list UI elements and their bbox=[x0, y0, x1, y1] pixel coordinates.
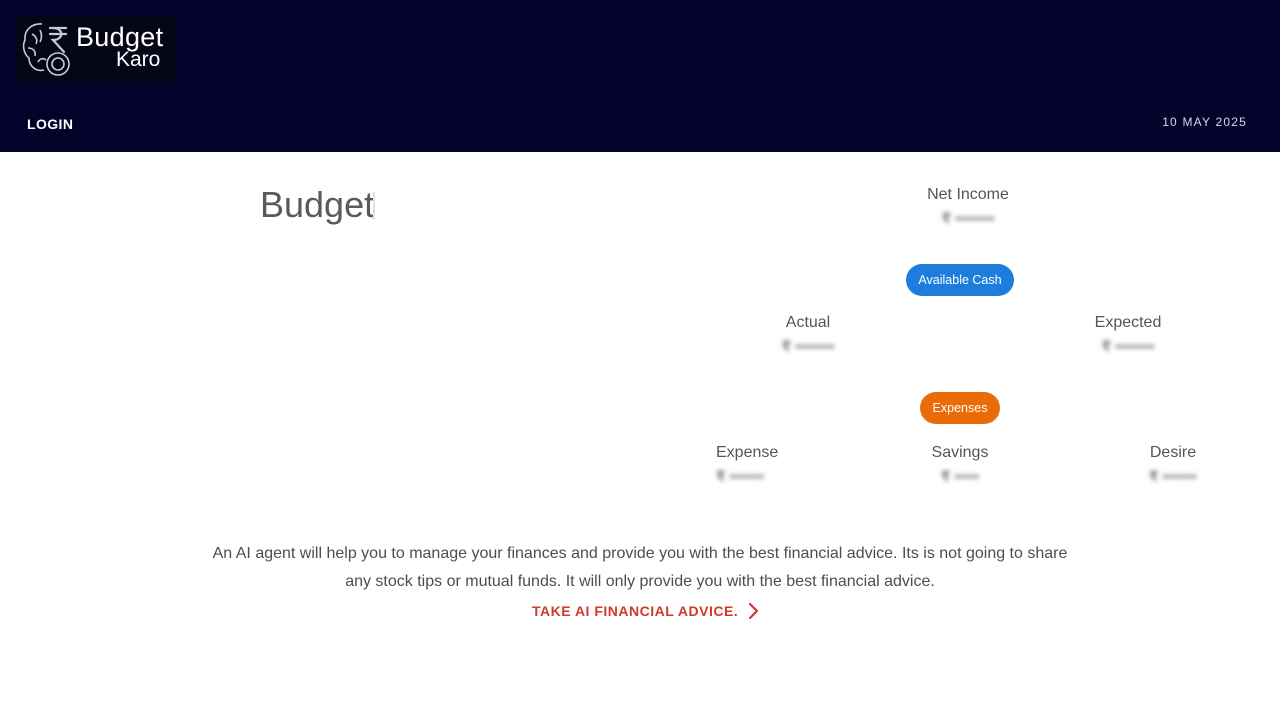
app-header: Budget Karo LOGIN 10 MAY 2025 bbox=[0, 0, 1280, 152]
actual-stat: Actual ₹ •••••••• bbox=[708, 314, 908, 356]
desire-stat: Desire ₹ ••••••• bbox=[1073, 444, 1273, 486]
expense-value: ₹ ••••••• bbox=[716, 468, 764, 484]
page-title: Budget bbox=[260, 184, 375, 225]
net-income-label: Net Income bbox=[927, 186, 1009, 203]
logo-text-karo: Karo bbox=[116, 48, 161, 71]
expenses-button[interactable]: Expenses bbox=[920, 392, 1000, 424]
expense-label: Expense bbox=[716, 444, 779, 461]
take-ai-advice-label: TAKE AI FINANCIAL ADVICE. bbox=[532, 603, 739, 619]
text-cursor bbox=[373, 192, 375, 220]
expected-label: Expected bbox=[1094, 314, 1162, 331]
desire-label: Desire bbox=[1149, 444, 1197, 461]
desire-value: ₹ ••••••• bbox=[1149, 468, 1197, 484]
savings-label: Savings bbox=[931, 444, 989, 461]
current-date: 10 MAY 2025 bbox=[1162, 115, 1247, 129]
take-ai-advice-link[interactable]: TAKE AI FINANCIAL ADVICE. bbox=[532, 602, 760, 620]
savings-value: ₹ ••••• bbox=[940, 468, 980, 484]
expense-stat: Expense ₹ ••••••• bbox=[716, 444, 836, 486]
ai-advice-description: An AI agent will help you to manage your… bbox=[212, 545, 1068, 590]
budget-karo-logo[interactable]: Budget Karo bbox=[16, 16, 176, 82]
login-button[interactable]: LOGIN bbox=[16, 110, 84, 138]
actual-value: ₹ •••••••• bbox=[781, 338, 835, 354]
actual-label: Actual bbox=[785, 314, 831, 331]
net-income-value: ₹ •••••••• bbox=[941, 210, 995, 226]
brain-rupee-logo-icon bbox=[22, 23, 70, 76]
net-income-stat: Net Income ₹ •••••••• bbox=[868, 186, 1068, 228]
expected-value: ₹ •••••••• bbox=[1101, 338, 1155, 354]
available-cash-button[interactable]: Available Cash bbox=[906, 264, 1014, 296]
savings-stat: Savings ₹ ••••• bbox=[860, 444, 1060, 486]
chevron-right-icon bbox=[749, 602, 759, 620]
expected-stat: Expected ₹ •••••••• bbox=[1028, 314, 1228, 356]
